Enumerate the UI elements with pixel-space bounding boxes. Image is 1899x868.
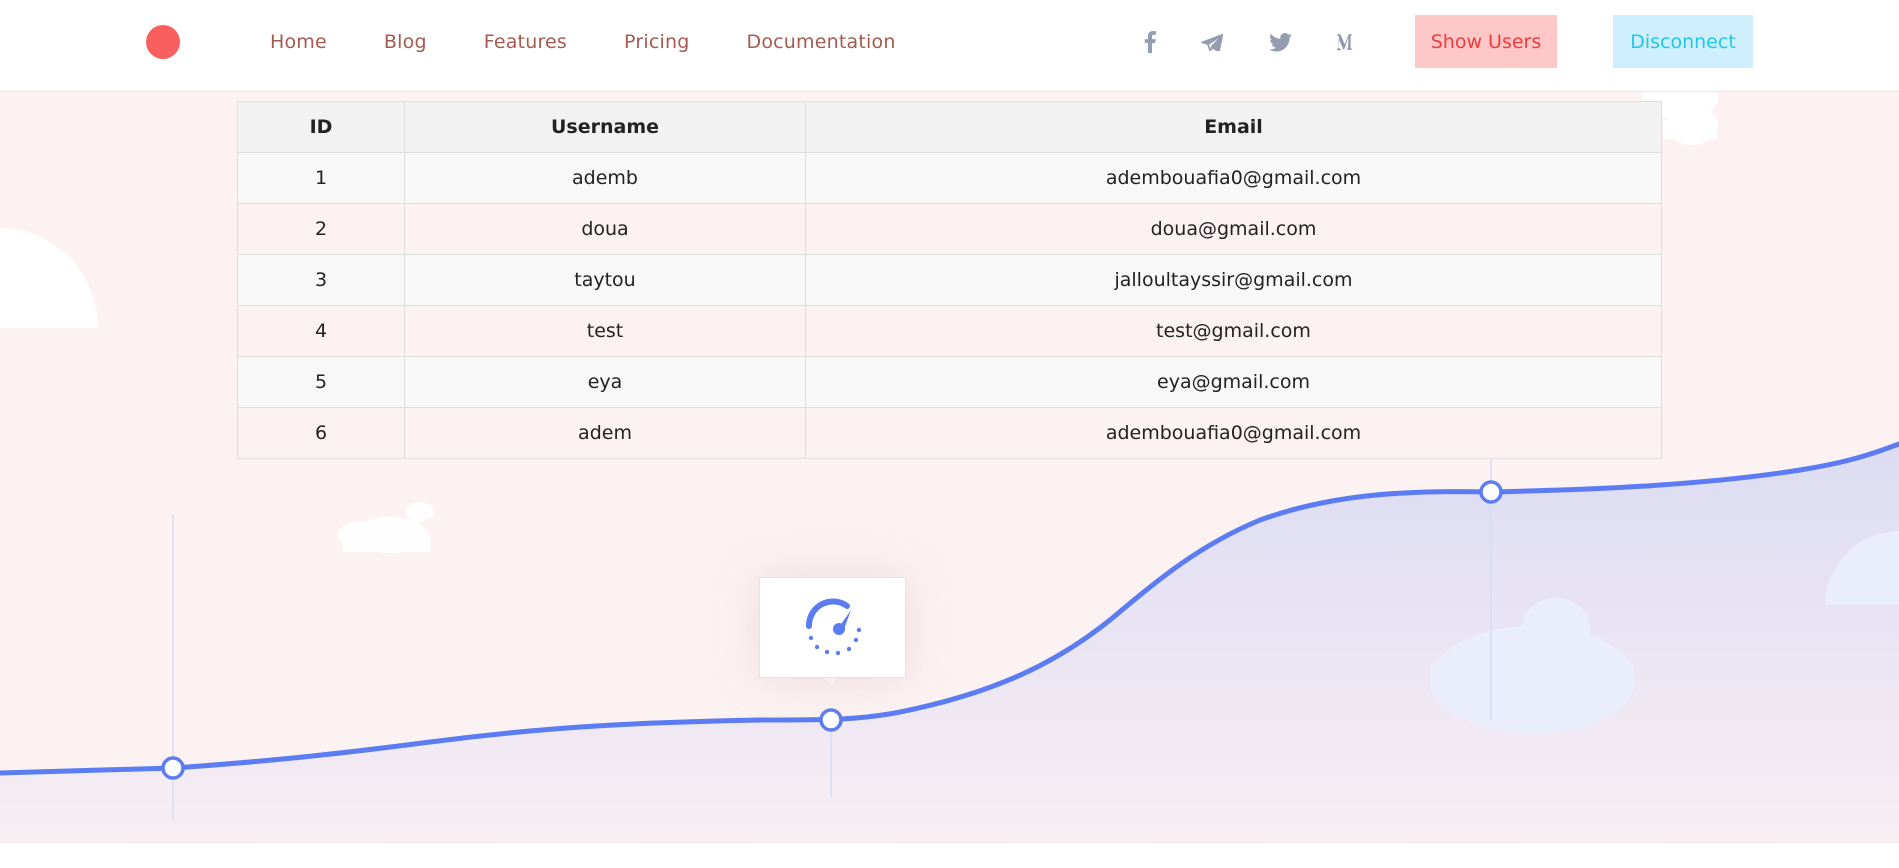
curve-point-1 — [161, 756, 185, 780]
cell-username: taytou — [404, 254, 806, 306]
cell-email: test@gmail.com — [805, 305, 1662, 357]
cell-email: doua@gmail.com — [805, 203, 1662, 255]
nav-link-features[interactable]: Features — [484, 31, 567, 53]
cloud-small-left — [338, 502, 434, 553]
curve-point-2 — [819, 708, 843, 732]
table-header-row: ID Username Email — [237, 101, 1662, 153]
telegram-icon[interactable] — [1196, 26, 1228, 58]
cell-id: 1 — [237, 152, 405, 204]
medium-icon[interactable] — [1333, 26, 1365, 58]
cell-email: adembouafia0@gmail.com — [805, 407, 1662, 459]
top-navbar: Home Blog Features Pricing Documentation… — [0, 0, 1899, 92]
cloud-left-half — [0, 228, 98, 328]
gauge-card — [759, 577, 906, 678]
cell-id: 5 — [237, 356, 405, 408]
users-table: ID Username Email 1 ademb adembouafia0@g… — [237, 101, 1662, 459]
disconnect-button[interactable]: Disconnect — [1613, 15, 1753, 68]
table-row[interactable]: 3 taytou jalloultayssir@gmail.com — [237, 254, 1662, 306]
cell-id: 6 — [237, 407, 405, 459]
column-header-email[interactable]: Email — [805, 101, 1662, 153]
show-users-button[interactable]: Show Users — [1415, 15, 1557, 68]
twitter-icon[interactable] — [1264, 26, 1296, 58]
cell-email: eya@gmail.com — [805, 356, 1662, 408]
cell-username: adem — [404, 407, 806, 459]
table-row[interactable]: 5 eya eya@gmail.com — [237, 356, 1662, 408]
curve-point-3 — [1479, 480, 1503, 504]
gauge-card-pointer — [824, 677, 838, 685]
cell-username: ademb — [404, 152, 806, 204]
cell-username: test — [404, 305, 806, 357]
nav-link-blog[interactable]: Blog — [384, 31, 427, 53]
table-row[interactable]: 4 test test@gmail.com — [237, 305, 1662, 357]
cell-id: 2 — [237, 203, 405, 255]
cell-username: doua — [404, 203, 806, 255]
speedometer-icon — [801, 592, 865, 663]
cell-id: 4 — [237, 305, 405, 357]
column-header-id[interactable]: ID — [237, 101, 405, 153]
chart-area-fill — [0, 444, 1899, 842]
facebook-icon[interactable] — [1134, 26, 1166, 58]
table-row[interactable]: 1 ademb adembouafia0@gmail.com — [237, 152, 1662, 204]
cell-email: jalloultayssir@gmail.com — [805, 254, 1662, 306]
main-nav: Home Blog Features Pricing Documentation — [270, 0, 953, 84]
nav-link-documentation[interactable]: Documentation — [746, 31, 895, 53]
logo[interactable] — [146, 25, 180, 59]
table-row[interactable]: 2 doua doua@gmail.com — [237, 203, 1662, 255]
cell-email: adembouafia0@gmail.com — [805, 152, 1662, 204]
column-header-username[interactable]: Username — [404, 101, 806, 153]
cell-username: eya — [404, 356, 806, 408]
nav-link-pricing[interactable]: Pricing — [624, 31, 689, 53]
table-row[interactable]: 6 adem adembouafia0@gmail.com — [237, 407, 1662, 459]
cell-id: 3 — [237, 254, 405, 306]
nav-link-home[interactable]: Home — [270, 31, 327, 53]
